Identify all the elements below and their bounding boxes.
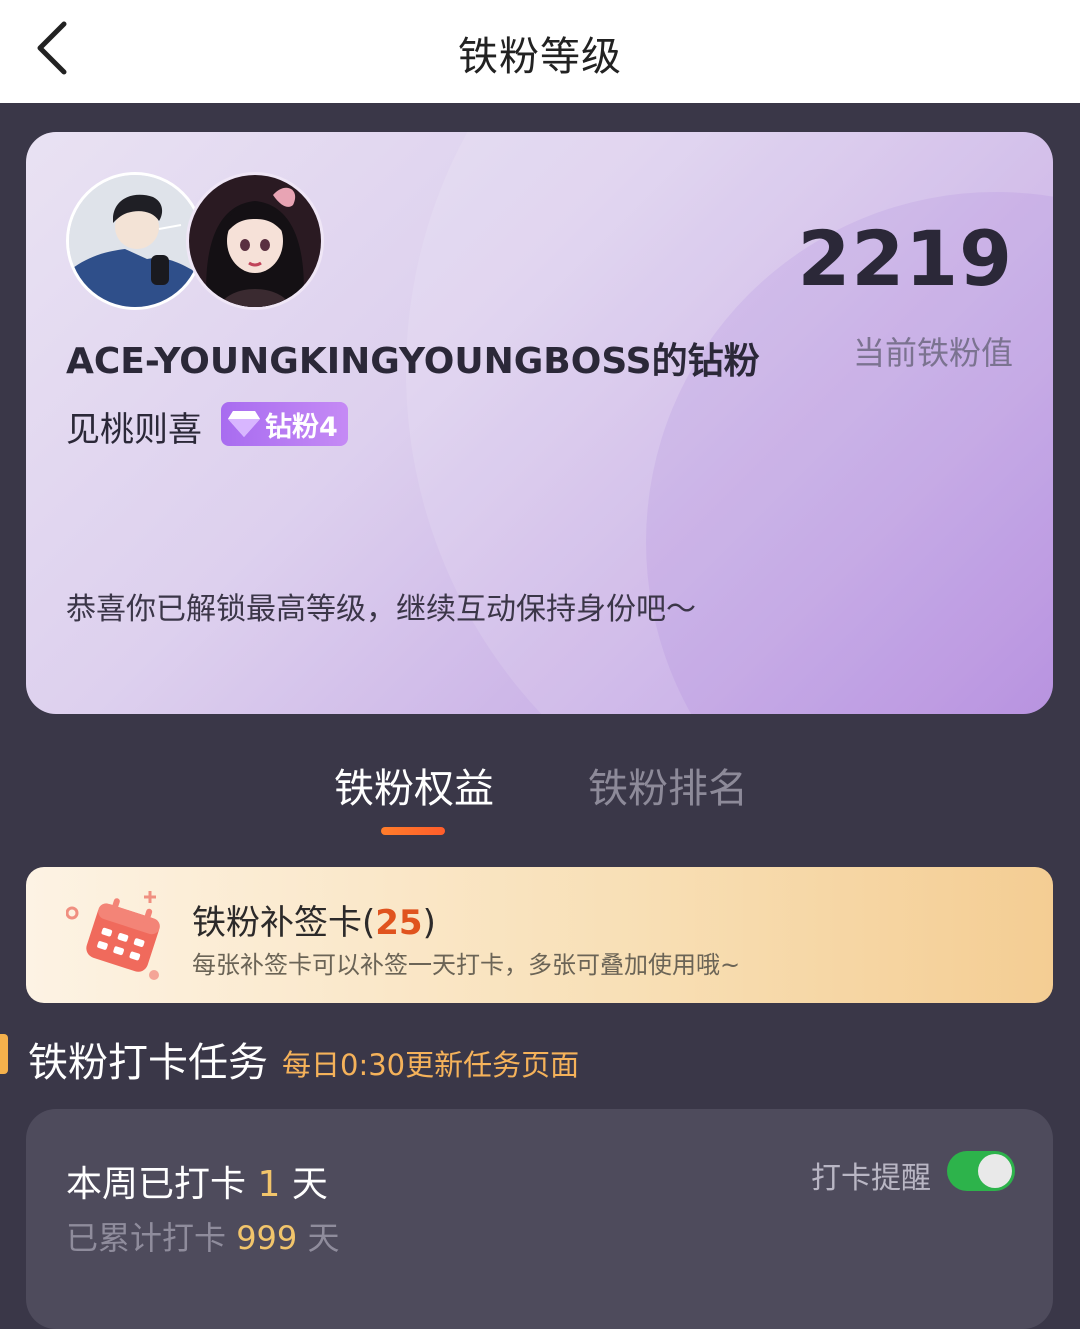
total-checkin-text: 已累计打卡 999 天 [66,1219,340,1257]
calendar-icon [66,891,160,980]
page-title: 铁粉等级 [458,34,622,80]
anchor-avatar[interactable] [66,172,204,310]
week-checkin-days: 1 [257,1164,281,1205]
fan-level-card: 2219 当前铁粉值 ACE-YOUNGKINGYOUNGBOSS的钻粉 见桃则… [26,132,1053,714]
toggle-knob [978,1154,1012,1188]
fan-value: 2219 [797,214,1013,303]
section-accent-bar [0,1034,8,1074]
reminder-toggle[interactable] [947,1151,1015,1191]
active-tab-indicator [381,827,445,835]
level-badge-label: 钻粉4 [265,411,338,443]
congrats-text: 恭喜你已解锁最高等级，继续互动保持身份吧～ [66,592,696,627]
makeup-card[interactable]: 铁粉补签卡(25) 每张补签卡可以补签一天打卡，多张可叠加使用哦~ [26,867,1053,1003]
total-checkin-days: 999 [236,1219,298,1257]
user-avatar[interactable] [186,172,324,310]
tab-fan-ranking[interactable]: 铁粉排名 [588,756,748,814]
reminder-label: 打卡提醒 [811,1161,931,1196]
makeup-card-title: 铁粉补签卡(25) [192,903,436,943]
username: 见桃则喜 [66,410,202,450]
level-badge: 钻粉4 [221,402,348,446]
checkin-card: 本周已打卡 1 天 已累计打卡 999 天 打卡提醒 [26,1109,1053,1329]
section-subtitle: 每日0:30更新任务页面 [282,1048,580,1082]
section-title: 铁粉打卡任务 [28,1040,268,1086]
anchor-fans-title: ACE-YOUNGKINGYOUNGBOSS的钻粉 [66,341,760,382]
fan-value-label: 当前铁粉值 [852,334,1013,372]
top-bar: 铁粉等级 [0,0,1080,103]
makeup-card-count: 25 [375,903,423,943]
tab-fan-benefits[interactable]: 铁粉权益 [334,756,494,814]
week-checkin-text: 本周已打卡 1 天 [66,1164,328,1205]
diamond-icon [228,411,260,437]
makeup-card-description: 每张补签卡可以补签一天打卡，多张可叠加使用哦~ [192,951,741,979]
